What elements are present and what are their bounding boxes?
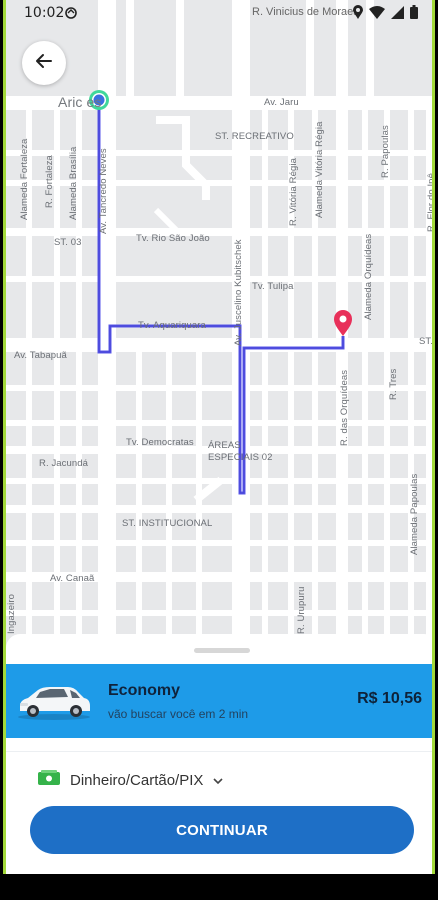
drag-handle[interactable] <box>194 648 250 653</box>
map-label: Tv. Democratas <box>126 437 194 448</box>
map-label: ÁREAS ESPECIAIS 02 <box>208 440 273 463</box>
bottom-sheet: Economy vão buscar você em 2 min R$ 10,5… <box>6 634 432 900</box>
status-time: 10:02 <box>24 5 65 21</box>
status-bar: 10:02 R. Vinicius de Moraes <box>6 0 432 28</box>
map-label: R. Papoulas <box>380 125 391 178</box>
back-button[interactable] <box>22 41 66 85</box>
map-label: Av. Jaru <box>264 97 299 108</box>
location-icon <box>353 5 363 23</box>
map-label: ST. INSTITUCIONAL <box>122 518 213 529</box>
map-label: Tv. Rio São João <box>136 233 210 244</box>
signal-icon <box>391 5 404 23</box>
system-nav-bar <box>0 874 438 900</box>
cash-icon <box>38 770 60 790</box>
map-label: Av. Tancredo Neves <box>98 148 109 234</box>
map-label: ST. 03 <box>54 237 82 248</box>
continue-button[interactable]: CONTINUAR <box>30 806 414 854</box>
map-label: Alameda Papoulas <box>409 473 420 555</box>
status-street-overlay: R. Vinicius de Moraes <box>252 6 359 18</box>
map-label: Tv. Tulipa <box>252 281 294 292</box>
map-label: Alameda Brasília <box>68 146 79 220</box>
battery-icon <box>410 5 418 23</box>
map-label: R. Flor do Ipê <box>426 173 435 232</box>
ride-name: Economy <box>108 682 181 699</box>
map-label-origin: Aric es <box>58 94 102 110</box>
ride-price: R$ 10,56 <box>357 690 422 707</box>
payment-label: Dinheiro/Cartão/PIX <box>70 771 204 789</box>
ride-eta: vão buscar você em 2 min <box>108 707 249 721</box>
map-label: Alameda Orquídeas <box>363 233 374 320</box>
map-label: R. Tres <box>388 368 399 400</box>
map-label: Tv. Aquariquara <box>138 320 206 331</box>
map-label: Alameda Vitória Régia <box>314 121 325 218</box>
ride-option-economy[interactable]: Economy vão buscar você em 2 min R$ 10,5… <box>6 664 432 738</box>
map-label: ST. RECREATIVO <box>215 131 294 142</box>
map-label: R. Urupuru <box>296 586 307 634</box>
map-label: Av. Tabapuã <box>14 350 67 361</box>
map-view[interactable]: Aric es Av. Jaru ST. RECREATIVO Alameda … <box>6 0 435 645</box>
map-label: Av. Juscelino Kubitschek <box>233 239 244 346</box>
map-label: ST. <box>419 336 434 347</box>
car-icon <box>16 684 92 725</box>
map-label: Ingazeiro <box>6 594 17 634</box>
map-label: Alameda Fortaleza <box>19 138 30 220</box>
arrow-left-icon <box>34 51 54 76</box>
phone-screen: Aric es Av. Jaru ST. RECREATIVO Alameda … <box>3 0 435 900</box>
divider <box>6 751 432 752</box>
map-label: R. Fortaleza <box>44 155 55 208</box>
payment-method-selector[interactable]: Dinheiro/Cartão/PIX <box>38 770 223 790</box>
wifi-icon <box>369 5 385 23</box>
sync-icon <box>64 6 78 24</box>
chevron-down-icon <box>213 772 223 789</box>
map-label: R. Vitória Régia <box>288 158 299 226</box>
map-label: R. Jacundá <box>39 458 89 469</box>
map-label: R. das Orquídeas <box>339 369 350 446</box>
map-label: Av. Canaã <box>50 573 95 584</box>
